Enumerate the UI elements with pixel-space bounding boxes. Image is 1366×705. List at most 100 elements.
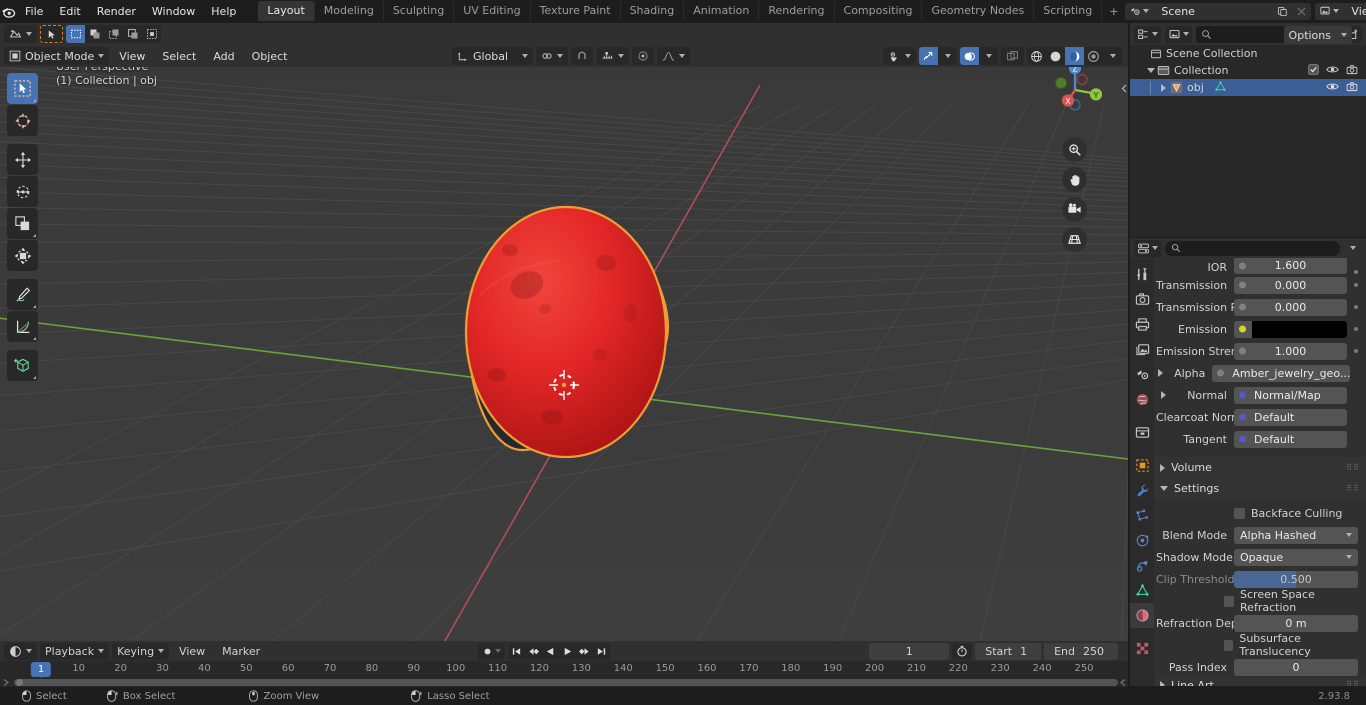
- prop-row-pass-index[interactable]: Pass Index 0: [1154, 656, 1366, 678]
- tab-animation[interactable]: Animation: [683, 1, 758, 21]
- overlays-dropdown-icon[interactable]: [979, 47, 998, 65]
- prop-row-emission-strength[interactable]: Emission Strengt 1.000: [1154, 340, 1366, 362]
- toggle-perspective-icon[interactable]: [1062, 227, 1087, 252]
- texture-checker-tab[interactable]: [1130, 636, 1154, 661]
- prop-row-ior[interactable]: IOR 1.600: [1154, 258, 1366, 274]
- prop-row-screen-space-refraction[interactable]: Screen Space Refraction: [1154, 588, 1366, 614]
- properties-search-input[interactable]: [1165, 240, 1340, 256]
- mesh-data-tab[interactable]: [1130, 578, 1154, 603]
- measure-tool[interactable]: [7, 311, 38, 342]
- material-tab[interactable]: [1130, 603, 1154, 628]
- viewport-menu-view[interactable]: View: [112, 47, 152, 65]
- field-ior[interactable]: 1.600: [1234, 258, 1347, 274]
- shading-mode-group[interactable]: [1027, 47, 1122, 65]
- screen-space-refraction-checkbox[interactable]: [1224, 595, 1235, 607]
- panel-volume[interactable]: Volume ⠿⠿: [1154, 457, 1366, 478]
- tool-tab[interactable]: [1130, 262, 1154, 287]
- add-workspace-button[interactable]: +: [1101, 1, 1125, 21]
- collection-eye-icon[interactable]: [1326, 64, 1339, 78]
- camera-view-icon[interactable]: [1062, 197, 1087, 222]
- show-gizmo-icon[interactable]: [919, 47, 938, 65]
- menu-file[interactable]: File: [17, 3, 51, 20]
- snap-target-selector[interactable]: [596, 47, 630, 65]
- shading-dropdown-icon[interactable]: [1103, 47, 1122, 65]
- scene-browse-button[interactable]: [1125, 2, 1154, 20]
- move-tool[interactable]: [7, 144, 38, 175]
- select-mode-group[interactable]: [66, 25, 161, 43]
- outliner[interactable]: Scene Collection Collection obj: [1130, 23, 1366, 237]
- constraint-tab[interactable]: [1130, 553, 1154, 578]
- wireframe-shading-icon[interactable]: [1027, 47, 1046, 65]
- tab-sculpting[interactable]: Sculpting: [382, 1, 453, 21]
- jump-to-start-icon[interactable]: [508, 643, 525, 660]
- view-layer-browse-button[interactable]: [1315, 2, 1344, 20]
- play-icon[interactable]: [559, 643, 576, 660]
- panel-settings-grip[interactable]: ⠿⠿: [1346, 484, 1366, 493]
- select-extend-icon[interactable]: [85, 25, 104, 43]
- animate-dot-transmission[interactable]: [1354, 283, 1358, 287]
- animate-dot-emission[interactable]: [1354, 327, 1358, 331]
- outliner-row-scene-collection[interactable]: Scene Collection: [1130, 45, 1366, 62]
- field-clearcoat-normal[interactable]: Default: [1234, 408, 1347, 426]
- viewport-menu-add[interactable]: Add: [206, 47, 241, 65]
- disclosure-triangle-down-icon[interactable]: [1144, 68, 1157, 73]
- scene-tab[interactable]: [1130, 362, 1154, 387]
- object-square-tab[interactable]: [1130, 453, 1154, 478]
- unlink-scene-button[interactable]: [1292, 2, 1312, 20]
- tab-shading[interactable]: Shading: [619, 1, 684, 21]
- start-frame-value[interactable]: 1: [1020, 642, 1042, 660]
- annotate-tool[interactable]: [7, 279, 38, 310]
- playback-buttons[interactable]: [508, 642, 610, 660]
- rotate-tool[interactable]: [7, 176, 38, 207]
- tab-geometry-nodes[interactable]: Geometry Nodes: [921, 1, 1033, 21]
- select-box-icon[interactable]: [66, 25, 85, 43]
- menu-window[interactable]: Window: [144, 3, 203, 20]
- snap-magnet-button[interactable]: [571, 47, 594, 65]
- panel-line-art[interactable]: Line Art ⠿⠿: [1154, 678, 1366, 686]
- prop-row-clip-threshold[interactable]: Clip Threshold 0.500: [1154, 568, 1366, 590]
- particles-tab[interactable]: [1130, 503, 1154, 528]
- scene-id-block[interactable]: Scene: [1125, 2, 1312, 20]
- timeline-editor-type-button[interactable]: [4, 642, 37, 660]
- show-overlays-icon[interactable]: [960, 47, 979, 65]
- field-tangent[interactable]: Default: [1234, 430, 1347, 448]
- material-preview-shading-icon[interactable]: [1065, 47, 1084, 65]
- scene-name-field[interactable]: Scene: [1153, 2, 1274, 20]
- disclosure-triangle-right-icon[interactable]: [1157, 83, 1170, 92]
- timeline-ruler[interactable]: 10 20 30 40 50 60 70 80 90 100 110 120 130 140 150 160 1…: [0, 661, 1128, 691]
- viewport-menu-select[interactable]: Select: [155, 47, 203, 65]
- prop-row-shadow-mode[interactable]: Shadow Mode Opaque: [1154, 546, 1366, 568]
- add-cube-tool[interactable]: [7, 350, 38, 381]
- shadow-mode-select[interactable]: Opaque: [1234, 548, 1358, 566]
- new-scene-button[interactable]: [1273, 2, 1293, 20]
- scroll-right-arrow-icon[interactable]: [1117, 678, 1127, 687]
- xray-toggle-button[interactable]: [1001, 47, 1024, 65]
- prop-row-tangent[interactable]: Tangent Default: [1154, 428, 1366, 450]
- render-camera-tab[interactable]: [1130, 287, 1154, 312]
- pass-index-field[interactable]: 0: [1234, 658, 1358, 676]
- panel-settings[interactable]: Settings ⠿⠿: [1154, 478, 1366, 499]
- timeline-menu-view[interactable]: View: [172, 643, 212, 660]
- solid-shading-icon[interactable]: [1046, 47, 1065, 65]
- tab-modeling[interactable]: Modeling: [313, 1, 383, 21]
- select-intersect-icon[interactable]: [142, 25, 161, 43]
- blender-logo-icon[interactable]: [0, 3, 17, 20]
- proportional-editing-button[interactable]: [632, 47, 655, 65]
- physics-orbit-tab[interactable]: [1130, 528, 1154, 553]
- view-layer-name-field[interactable]: View Layer: [1343, 2, 1366, 20]
- timeline-menu-marker[interactable]: Marker: [215, 643, 267, 660]
- overlays-group[interactable]: [960, 47, 998, 65]
- prop-row-alpha[interactable]: Alpha Amber_jewelry_geo...: [1154, 362, 1366, 384]
- field-transmission-roughness[interactable]: 0.000: [1234, 298, 1347, 316]
- timeline-playhead[interactable]: 1: [30, 662, 52, 691]
- clip-threshold-slider[interactable]: 0.500: [1234, 570, 1358, 588]
- select-difference-icon[interactable]: [123, 25, 142, 43]
- animate-dot-emission-strength[interactable]: [1354, 349, 1358, 353]
- menu-edit[interactable]: Edit: [51, 3, 88, 20]
- prop-row-refraction-depth[interactable]: Refraction Depth 0 m: [1154, 612, 1366, 634]
- collection-box-tab[interactable]: [1130, 420, 1154, 445]
- prop-row-normal[interactable]: Normal Normal/Map: [1154, 384, 1366, 406]
- properties-options-dropdown[interactable]: [1344, 246, 1362, 250]
- timeline-menu-keying[interactable]: Keying: [112, 642, 170, 660]
- prop-row-backface-culling[interactable]: Backface Culling: [1154, 502, 1366, 524]
